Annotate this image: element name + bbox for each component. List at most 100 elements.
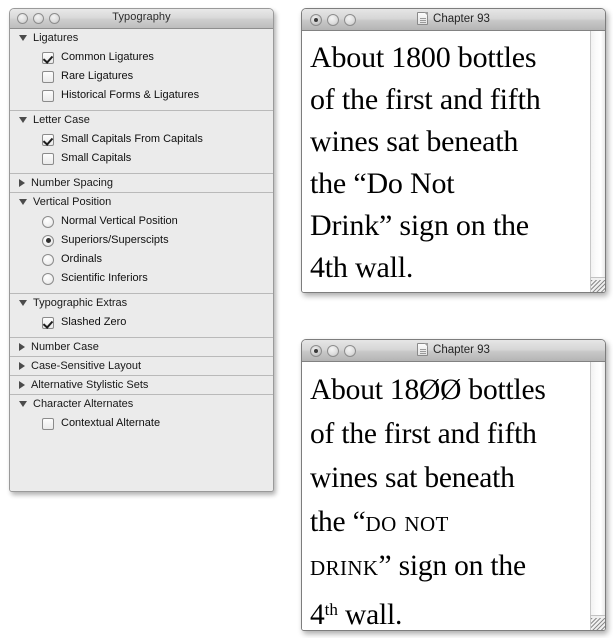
document-line: 4th wall. bbox=[310, 588, 586, 630]
palette-section: Alternative Stylistic Sets bbox=[10, 376, 273, 395]
checkbox-row[interactable]: Contextual Alternate bbox=[10, 414, 273, 433]
disclosure-triangle-down-icon[interactable] bbox=[19, 117, 27, 123]
checkbox[interactable] bbox=[42, 316, 54, 329]
document-text-area[interactable]: About 1800 bottles of the first and fifth… bbox=[302, 31, 590, 292]
plain-text: About 18ØØ bottles bbox=[310, 374, 546, 406]
plain-text: 4th wall. bbox=[310, 251, 414, 284]
option-label: Normal Vertical Position bbox=[61, 215, 178, 227]
checkbox[interactable] bbox=[42, 152, 54, 165]
plain-text: About 1800 bottles bbox=[310, 41, 537, 74]
palette-section: Case-Sensitive Layout bbox=[10, 357, 273, 376]
option-label: Superiors/Superscipts bbox=[61, 234, 169, 246]
section-header-typographic-extras[interactable]: Typographic Extras bbox=[10, 294, 273, 312]
document-title-wrap: Chapter 93 bbox=[302, 12, 605, 25]
section-header-character-alternates[interactable]: Character Alternates bbox=[10, 395, 273, 413]
section-header-case-sensitive-layout[interactable]: Case-Sensitive Layout bbox=[10, 357, 273, 375]
disclosure-triangle-right-icon[interactable] bbox=[19, 179, 25, 187]
document-body-text: About 18ØØ bottles of the first and fifth… bbox=[310, 368, 586, 630]
document-line: wines sat beneath bbox=[310, 121, 586, 163]
disclosure-triangle-down-icon[interactable] bbox=[19, 300, 27, 306]
document-titlebar[interactable]: Chapter 93 bbox=[302, 340, 605, 362]
option-label: Rare Ligatures bbox=[61, 70, 134, 82]
checkbox[interactable] bbox=[42, 417, 54, 430]
checkbox-row[interactable]: Slashed Zero bbox=[10, 313, 273, 332]
radio-row[interactable]: Ordinals bbox=[10, 250, 273, 269]
document-titlebar[interactable]: Chapter 93 bbox=[302, 9, 605, 31]
palette-section: Number Spacing bbox=[10, 174, 273, 193]
palette-section: Ligatures Common Ligatures Rare Ligatures H… bbox=[10, 29, 273, 111]
plain-text: 4 bbox=[310, 598, 325, 630]
palette-section: Vertical Position Normal Vertical Positio… bbox=[10, 193, 273, 294]
radio-row[interactable]: Normal Vertical Position bbox=[10, 212, 273, 231]
checkbox-row[interactable]: Small Capitals From Capitals bbox=[10, 130, 273, 149]
document-body-text: About 1800 bottles of the first and fifth… bbox=[310, 37, 586, 289]
resize-grip[interactable] bbox=[590, 615, 605, 630]
palette-section: Typographic Extras Slashed Zero bbox=[10, 294, 273, 338]
document-line: Drink” sign on the bbox=[310, 205, 586, 247]
checkbox[interactable] bbox=[42, 133, 54, 146]
option-label: Slashed Zero bbox=[61, 316, 127, 328]
vertical-scrollbar[interactable] bbox=[590, 362, 605, 630]
checkbox-row[interactable]: Common Ligatures bbox=[10, 48, 273, 67]
small-caps-text: Do Not bbox=[365, 506, 449, 538]
disclosure-triangle-right-icon[interactable] bbox=[19, 381, 25, 389]
option-label: Small Capitals From Capitals bbox=[61, 133, 203, 145]
document-line: About 18ØØ bottles bbox=[310, 368, 586, 412]
document-line: wines sat beneath bbox=[310, 456, 586, 500]
palette-titlebar[interactable]: Typography bbox=[10, 9, 273, 29]
document-icon bbox=[417, 12, 429, 25]
section-header-number-case[interactable]: Number Case bbox=[10, 338, 273, 356]
typography-palette-window: Typography Ligatures Common Ligatures Rare… bbox=[9, 8, 274, 492]
radio-button[interactable] bbox=[42, 272, 54, 285]
document-line: of the first and fifth bbox=[310, 412, 586, 456]
disclosure-triangle-down-icon[interactable] bbox=[19, 401, 27, 407]
section-header-vertical-position[interactable]: Vertical Position bbox=[10, 193, 273, 211]
section-title: Character Alternates bbox=[33, 398, 134, 410]
document-line: the “Do Not bbox=[310, 163, 586, 205]
checkbox-row[interactable]: Small Capitals bbox=[10, 149, 273, 168]
palette-section: Character Alternates Contextual Alternate bbox=[10, 395, 273, 438]
document-text-area[interactable]: About 18ØØ bottles of the first and fifth… bbox=[302, 362, 590, 630]
palette-section: Letter Case Small Capitals From Capitals S… bbox=[10, 111, 273, 174]
section-options: Common Ligatures Rare Ligatures Historical… bbox=[10, 47, 273, 110]
disclosure-triangle-down-icon[interactable] bbox=[19, 35, 27, 41]
radio-button[interactable] bbox=[42, 234, 54, 247]
disclosure-triangle-down-icon[interactable] bbox=[19, 199, 27, 205]
radio-row[interactable]: Scientific Inferiors bbox=[10, 269, 273, 288]
document-window-bottom: Chapter 93 About 18ØØ bottles of the firs… bbox=[301, 339, 606, 631]
radio-button[interactable] bbox=[42, 253, 54, 266]
section-title: Vertical Position bbox=[33, 196, 112, 208]
option-label: Small Capitals bbox=[61, 152, 132, 164]
resize-grip[interactable] bbox=[590, 277, 605, 292]
section-title: Number Spacing bbox=[31, 177, 113, 189]
checkbox-row[interactable]: Historical Forms & Ligatures bbox=[10, 86, 273, 105]
plain-text: wines sat beneath bbox=[310, 125, 519, 158]
plain-text: of the first and fifth bbox=[310, 83, 541, 116]
section-header-letter-case[interactable]: Letter Case bbox=[10, 111, 273, 129]
section-header-number-spacing[interactable]: Number Spacing bbox=[10, 174, 273, 192]
section-options: Small Capitals From Capitals Small Capita… bbox=[10, 129, 273, 173]
section-options: Contextual Alternate bbox=[10, 413, 273, 438]
checkbox[interactable] bbox=[42, 51, 54, 64]
document-window-top: Chapter 93 About 1800 bottles of the firs… bbox=[301, 8, 606, 293]
document-line: of the first and fifth bbox=[310, 79, 586, 121]
plain-text: wines sat beneath bbox=[310, 462, 515, 494]
checkbox-row[interactable]: Rare Ligatures bbox=[10, 67, 273, 86]
checkbox[interactable] bbox=[42, 89, 54, 102]
document-title: Chapter 93 bbox=[433, 12, 490, 25]
disclosure-triangle-right-icon[interactable] bbox=[19, 362, 25, 370]
section-header-ligatures[interactable]: Ligatures bbox=[10, 29, 273, 47]
plain-text: of the first and fifth bbox=[310, 418, 537, 450]
option-label: Common Ligatures bbox=[61, 51, 154, 63]
option-label: Contextual Alternate bbox=[61, 417, 161, 429]
vertical-scrollbar[interactable] bbox=[590, 31, 605, 292]
radio-button[interactable] bbox=[42, 215, 54, 228]
disclosure-triangle-right-icon[interactable] bbox=[19, 343, 25, 351]
section-title: Number Case bbox=[31, 341, 99, 353]
option-label: Historical Forms & Ligatures bbox=[61, 89, 200, 101]
section-header-alternative-stylistic-sets[interactable]: Alternative Stylistic Sets bbox=[10, 376, 273, 394]
checkbox[interactable] bbox=[42, 70, 54, 83]
radio-row[interactable]: Superiors/Superscipts bbox=[10, 231, 273, 250]
document-title-wrap: Chapter 93 bbox=[302, 343, 605, 356]
plain-text: the “ bbox=[310, 506, 366, 538]
